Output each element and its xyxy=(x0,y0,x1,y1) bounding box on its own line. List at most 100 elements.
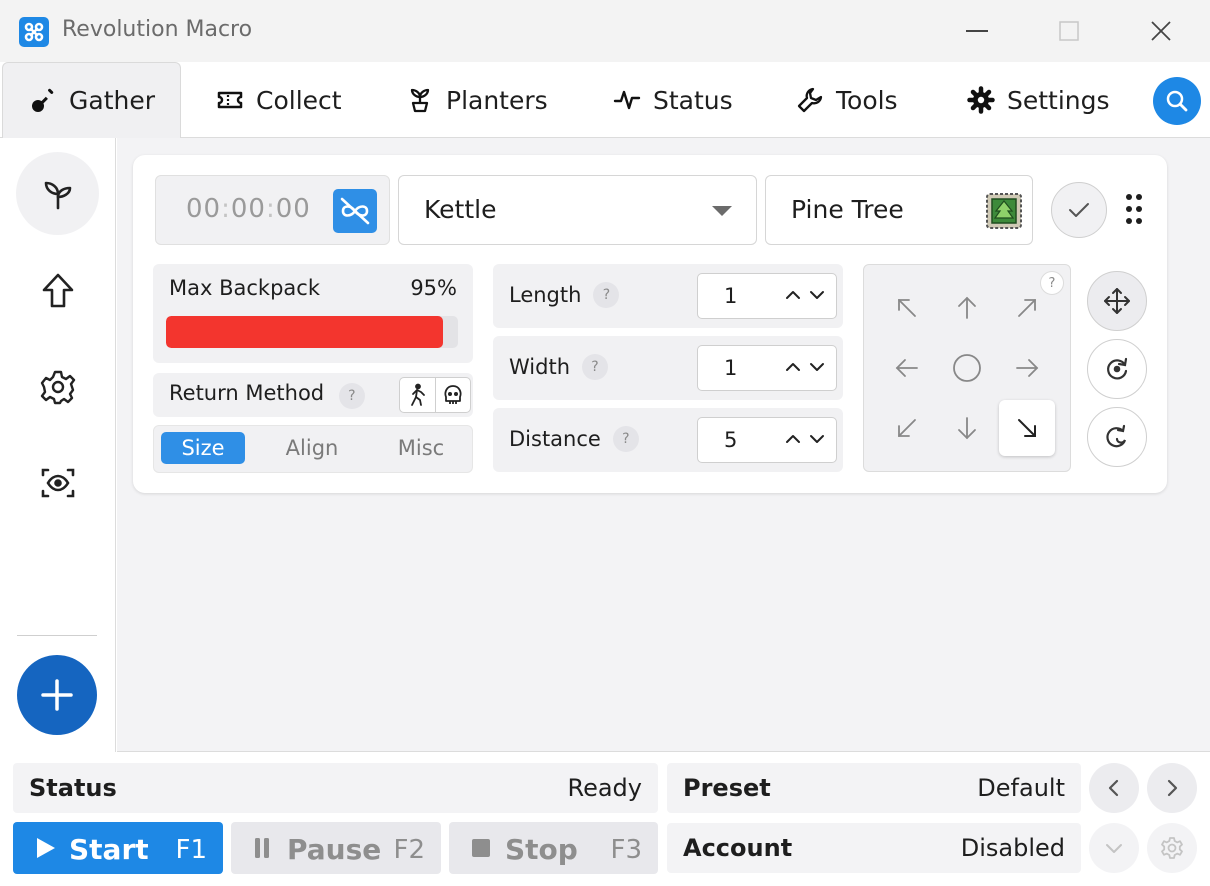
direction-down-right[interactable] xyxy=(999,400,1055,456)
pause-button[interactable]: Pause F2 xyxy=(231,822,441,874)
pattern-dropdown[interactable]: Kettle xyxy=(398,175,757,245)
add-button[interactable] xyxy=(17,655,97,735)
tab-label: Status xyxy=(653,85,733,115)
sidebar-item-boost[interactable] xyxy=(16,249,99,332)
return-method-toggle xyxy=(399,377,471,413)
length-text: Length xyxy=(509,283,582,307)
settings-segmented-control: Size Align Misc xyxy=(153,425,473,473)
sidebar-divider xyxy=(17,635,97,636)
sidebar-item-fields[interactable] xyxy=(16,152,99,235)
direction-right[interactable] xyxy=(999,340,1055,396)
direction-down[interactable] xyxy=(939,400,995,456)
return-method-label: Return Method ? xyxy=(169,381,365,409)
move-arrows-icon xyxy=(1104,288,1130,314)
arrow-down-right-icon xyxy=(1018,419,1036,437)
chevron-up-icon[interactable] xyxy=(784,358,802,376)
gather-field-card: 00:00:00 Kettle Pine Tree Max Backpack 9… xyxy=(133,155,1167,493)
main-panel: 00:00:00 Kettle Pine Tree Max Backpack 9… xyxy=(117,138,1210,752)
tab-collect[interactable]: Collect xyxy=(216,62,342,138)
pause-icon xyxy=(255,838,269,858)
segment-align[interactable]: Align xyxy=(265,432,359,464)
close-button[interactable] xyxy=(1141,14,1181,48)
tab-status[interactable]: Status xyxy=(613,62,733,138)
preset-row[interactable]: Preset Default xyxy=(667,763,1081,813)
account-settings-button[interactable] xyxy=(1147,823,1197,873)
arrow-down-left-icon xyxy=(898,419,916,437)
width-row: Width ? 1 xyxy=(493,336,843,400)
timer-separator: : xyxy=(265,194,276,224)
stop-hotkey: F3 xyxy=(610,835,643,865)
preset-next-button[interactable] xyxy=(1147,763,1197,813)
rotate-spiral-button[interactable] xyxy=(1087,407,1147,467)
play-icon xyxy=(37,838,55,858)
pulse-icon xyxy=(613,90,641,110)
tab-tools[interactable]: Tools xyxy=(796,62,898,138)
sidebar-item-vision[interactable] xyxy=(16,441,99,524)
field-select[interactable]: Pine Tree xyxy=(765,175,1033,245)
account-value: Disabled xyxy=(960,834,1065,862)
direction-center[interactable] xyxy=(939,340,995,396)
move-mode-button[interactable] xyxy=(1087,271,1147,331)
direction-down-left[interactable] xyxy=(879,400,935,456)
sidebar-item-settings[interactable] xyxy=(16,345,99,428)
maximize-button[interactable] xyxy=(1049,14,1089,48)
skull-icon xyxy=(444,385,462,404)
distance-stepper[interactable]: 5 xyxy=(697,417,837,463)
segment-size[interactable]: Size xyxy=(161,432,245,464)
walk-return-button[interactable] xyxy=(400,378,435,412)
arrow-up-icon xyxy=(42,273,73,307)
search-button[interactable] xyxy=(1153,77,1201,125)
width-stepper[interactable]: 1 xyxy=(697,345,837,391)
return-method-text: Return Method xyxy=(169,381,325,405)
max-backpack-slider[interactable] xyxy=(166,316,458,348)
distance-text: Distance xyxy=(509,427,601,451)
rotate-clockwise-button[interactable] xyxy=(1087,339,1147,399)
direction-up[interactable] xyxy=(939,280,995,336)
direction-pad: ? xyxy=(863,264,1071,472)
minimize-button[interactable] xyxy=(957,14,997,48)
shovel-icon xyxy=(32,88,54,112)
segment-misc[interactable]: Misc xyxy=(379,432,463,464)
tab-settings[interactable]: Settings xyxy=(967,62,1110,138)
timer-input[interactable]: 00:00:00 xyxy=(155,175,390,245)
stop-label: Stop xyxy=(505,833,578,866)
account-label: Account xyxy=(683,834,793,862)
stop-button[interactable]: Stop F3 xyxy=(449,822,658,874)
chevron-down-icon[interactable] xyxy=(808,286,826,304)
help-icon[interactable]: ? xyxy=(338,383,365,409)
direction-left[interactable] xyxy=(879,340,935,396)
drag-handle-icon[interactable] xyxy=(1125,193,1145,227)
direction-up-right[interactable] xyxy=(999,280,1055,336)
help-icon[interactable]: ? xyxy=(582,354,609,380)
app-logo-icon xyxy=(19,17,49,47)
infinite-toggle-button[interactable] xyxy=(333,189,377,233)
chevron-up-icon[interactable] xyxy=(784,430,802,448)
max-backpack-panel: Max Backpack 95% xyxy=(153,264,473,363)
walk-icon xyxy=(411,383,426,406)
start-button[interactable]: Start F1 xyxy=(13,822,223,874)
gear-icon xyxy=(1161,837,1183,859)
circle-icon xyxy=(953,354,981,382)
chevron-left-icon xyxy=(1108,779,1119,797)
preset-label: Preset xyxy=(683,774,771,802)
preset-previous-button[interactable] xyxy=(1089,763,1139,813)
tab-gather[interactable]: Gather xyxy=(2,62,181,138)
length-stepper[interactable]: 1 xyxy=(697,273,837,319)
return-method-panel: Return Method ? xyxy=(153,373,473,417)
direction-up-left[interactable] xyxy=(879,280,935,336)
status-value: Ready xyxy=(567,774,642,802)
chevron-up-icon[interactable] xyxy=(784,286,802,304)
scan-eye-icon xyxy=(41,468,74,497)
tab-planters[interactable]: Planters xyxy=(406,62,548,138)
help-icon[interactable]: ? xyxy=(593,282,620,308)
account-expand-button[interactable] xyxy=(1089,823,1139,873)
help-icon[interactable]: ? xyxy=(612,426,639,452)
stepper-arrows xyxy=(784,358,826,376)
reset-return-button[interactable] xyxy=(434,378,470,412)
confirm-button[interactable] xyxy=(1051,182,1107,238)
length-value: 1 xyxy=(724,284,738,308)
chevron-down-icon[interactable] xyxy=(808,358,826,376)
chevron-down-icon[interactable] xyxy=(808,430,826,448)
sidebar xyxy=(0,138,116,752)
account-row[interactable]: Account Disabled xyxy=(667,823,1081,873)
